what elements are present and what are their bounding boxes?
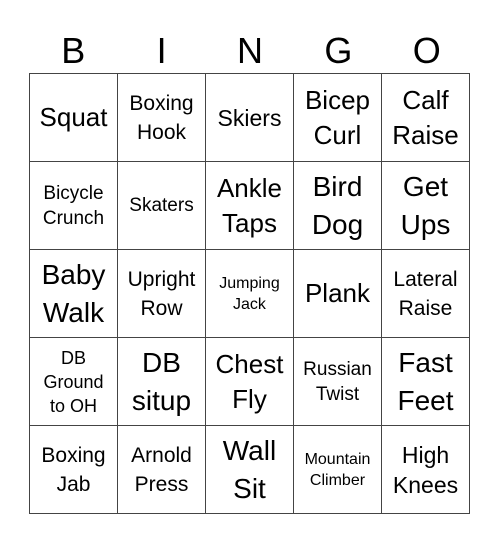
cell-text: DB situp [131, 346, 192, 416]
bingo-cell[interactable]: Chest Fly [206, 338, 294, 426]
header-letter-o: O [412, 30, 441, 71]
bingo-cell[interactable]: Skiers [206, 74, 294, 162]
cell-text: Ankle Taps [216, 172, 283, 238]
cell-text: Wall Sit [222, 434, 277, 504]
bingo-cell[interactable]: Boxing Jab [30, 426, 118, 514]
cell-text: Bicep Curl [304, 84, 371, 150]
header-letter-b: B [61, 30, 86, 71]
cell-text: Russian Twist [303, 358, 372, 405]
cell-text: Chest Fly [215, 348, 284, 414]
cell-text: Arnold Press [131, 443, 192, 496]
bingo-cell[interactable]: Wall Sit [206, 426, 294, 514]
bingo-cell[interactable]: Get Ups [382, 162, 470, 250]
bingo-cell[interactable]: Boxing Hook [118, 74, 206, 162]
bingo-cell[interactable]: Bicep Curl [294, 74, 382, 162]
cell-text: Jumping Jack [219, 274, 280, 313]
bingo-cell[interactable]: Bird Dog [294, 162, 382, 250]
header-letter-i: I [156, 30, 167, 71]
cell-text: Baby Walk [41, 258, 106, 328]
cell-text: High Knees [392, 441, 459, 498]
bingo-cell[interactable]: Upright Row [118, 250, 206, 338]
bingo-cell[interactable]: Ankle Taps [206, 162, 294, 250]
bingo-cell[interactable]: Calf Raise [382, 74, 470, 162]
cell-text: Boxing Jab [41, 443, 106, 496]
cell-text: Bicycle Crunch [42, 182, 105, 229]
bingo-cell[interactable]: Plank [294, 250, 382, 338]
bingo-cell[interactable]: Squat [30, 74, 118, 162]
bingo-cell[interactable]: DB Ground to OH [30, 338, 118, 426]
cell-text: Bird Dog [311, 170, 364, 240]
cell-text: Mountain Climber [304, 450, 371, 489]
cell-text: Plank [304, 278, 371, 308]
cell-text: Fast Feet [397, 346, 454, 416]
cell-text: Calf Raise [392, 84, 459, 150]
bingo-cell[interactable]: Mountain Climber [294, 426, 382, 514]
bingo-cell[interactable]: High Knees [382, 426, 470, 514]
cell-text: Get Ups [400, 170, 451, 240]
bingo-cell[interactable]: Jumping Jack [206, 250, 294, 338]
cell-text: Skiers [217, 104, 282, 131]
bingo-header: B I N G O [29, 30, 471, 72]
cell-text: Squat [39, 102, 108, 132]
cell-text: Boxing Hook [129, 91, 194, 144]
bingo-cell[interactable]: DB situp [118, 338, 206, 426]
bingo-cell[interactable]: Arnold Press [118, 426, 206, 514]
bingo-cell[interactable]: Baby Walk [30, 250, 118, 338]
cell-text: Skaters [129, 195, 194, 216]
header-letter-g: G [324, 30, 353, 71]
bingo-cell[interactable]: Bicycle Crunch [30, 162, 118, 250]
cell-text: DB Ground to OH [43, 347, 104, 416]
bingo-cell[interactable]: Fast Feet [382, 338, 470, 426]
bingo-cell[interactable]: Russian Twist [294, 338, 382, 426]
cell-text: Lateral Raise [393, 267, 458, 320]
header-letter-n: N [236, 30, 263, 71]
bingo-grid: Squat Boxing Hook Skiers Bicep Curl Calf… [29, 73, 470, 514]
cell-text: Upright Row [127, 267, 196, 320]
bingo-cell[interactable]: Skaters [118, 162, 206, 250]
bingo-cell[interactable]: Lateral Raise [382, 250, 470, 338]
